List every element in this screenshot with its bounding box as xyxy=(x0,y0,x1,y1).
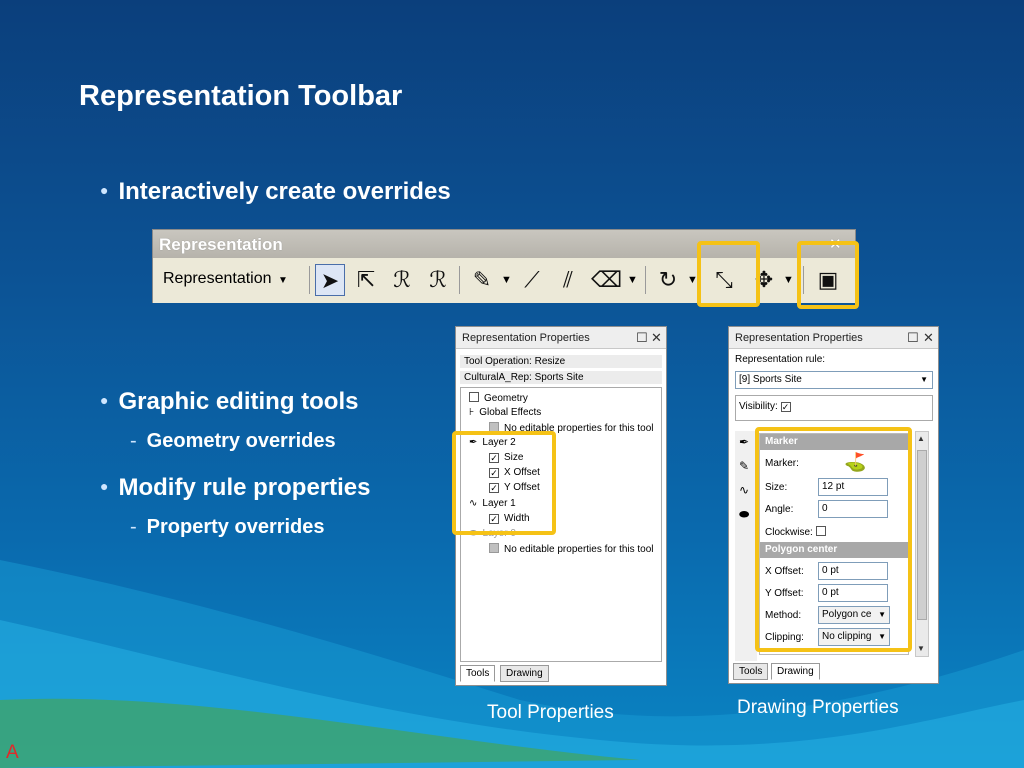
tool-operation-label: Tool Operation: Resize xyxy=(460,355,662,368)
chevron-down-icon: ▼ xyxy=(920,375,928,384)
toolbar-separator xyxy=(645,266,646,294)
tool-panel-title-bar[interactable]: Representation Properties ☐ ✕ xyxy=(456,327,666,349)
drawing-panel-title-bar[interactable]: Representation Properties ☐ ✕ xyxy=(729,327,938,349)
visibility-row: Visibility: ✓ xyxy=(735,395,933,421)
restore-icon[interactable]: ☐ xyxy=(636,330,648,346)
fill-layer-icon[interactable]: ⬬ xyxy=(739,507,749,522)
scroll-down-icon[interactable]: ▼ xyxy=(917,644,925,653)
toolbar-separator xyxy=(309,266,310,294)
tree-item-no-props-2: No editable properties for this tool xyxy=(489,543,654,555)
chevron-down-icon: ▼ xyxy=(277,275,288,286)
restore-icon[interactable]: ☐ xyxy=(907,330,919,346)
page-title: Representation Toolbar xyxy=(79,80,403,112)
pen-layer-icon[interactable]: ✎ xyxy=(739,459,749,473)
bullet-modify-rule: ● Modify rule properties xyxy=(100,474,371,501)
chevron-down-icon[interactable]: ▼ xyxy=(627,268,638,292)
corner-letter: A xyxy=(6,742,19,763)
rule-label: Representation rule: xyxy=(735,354,826,365)
bullet-dot-icon: ● xyxy=(100,182,109,198)
direct-select-tool-icon[interactable]: ⇱ xyxy=(351,264,381,296)
marker-layer-icon[interactable]: ✒ xyxy=(739,435,749,449)
visibility-checkbox[interactable]: ✓ xyxy=(780,402,791,412)
chevron-down-icon[interactable]: ▼ xyxy=(783,268,794,292)
properties-scrollbar[interactable]: ▲ ▼ xyxy=(915,431,929,657)
global-effects-icon: ⊦ xyxy=(469,407,475,418)
select-tool-icon[interactable]: ➤ xyxy=(315,264,345,296)
tab-tools[interactable]: Tools xyxy=(733,663,769,680)
tree-item-global-effects[interactable]: ⊦ Global Effects xyxy=(469,407,541,418)
create-line-tool-icon[interactable]: ⟋ xyxy=(517,264,547,296)
highlight-layer-overrides xyxy=(452,431,556,535)
bullet-dot-icon: ● xyxy=(100,478,109,494)
create-dashed-line-tool-icon[interactable]: ⫽ xyxy=(553,264,583,296)
highlight-properties-tool xyxy=(797,241,859,309)
tab-tools[interactable]: Tools xyxy=(460,665,496,682)
eraser-tool-icon[interactable]: ⌫ xyxy=(591,264,622,296)
bullet-interactive-overrides: ● Interactively create overrides xyxy=(100,178,451,205)
feature-label: CulturalA_Rep: Sports Site xyxy=(460,371,662,384)
highlight-resize-tool xyxy=(697,241,760,307)
representation-dropdown[interactable]: Representation ▼ xyxy=(159,266,292,294)
lasso-select-tool-icon[interactable]: ℛ xyxy=(387,264,417,296)
subbullet-geometry-overrides: - Geometry overrides xyxy=(130,430,336,452)
scroll-up-icon[interactable]: ▲ xyxy=(917,434,925,443)
toolbar-separator xyxy=(459,266,460,294)
chevron-down-icon[interactable]: ▼ xyxy=(501,268,512,292)
subbullet-property-overrides: - Property overrides xyxy=(130,516,325,538)
bullet-graphic-editing: ● Graphic editing tools xyxy=(100,388,359,415)
stroke-layer-icon[interactable]: ∿ xyxy=(739,483,749,497)
lasso-direct-tool-icon[interactable]: ℛ xyxy=(423,264,453,296)
tab-drawing[interactable]: Drawing xyxy=(771,663,820,680)
layer-strip: ✒ ✎ ∿ ⬬ xyxy=(735,431,757,661)
caption-tool-properties: Tool Properties xyxy=(487,702,614,723)
highlight-rule-properties xyxy=(755,427,912,652)
caption-drawing-properties: Drawing Properties xyxy=(737,697,899,718)
close-icon[interactable]: ✕ xyxy=(651,330,662,346)
tab-drawing[interactable]: Drawing xyxy=(500,665,549,682)
close-icon[interactable]: ✕ xyxy=(923,330,934,346)
rule-select[interactable]: [9] Sports Site ▼ xyxy=(735,371,933,389)
bullet-dot-icon: ● xyxy=(100,392,109,408)
rotate-tool-icon[interactable]: ↻ xyxy=(653,264,683,296)
scrollbar-thumb[interactable] xyxy=(917,450,927,620)
tree-item-geometry[interactable]: Geometry xyxy=(469,392,528,404)
add-vertex-tool-icon[interactable]: ✎ xyxy=(467,264,497,296)
